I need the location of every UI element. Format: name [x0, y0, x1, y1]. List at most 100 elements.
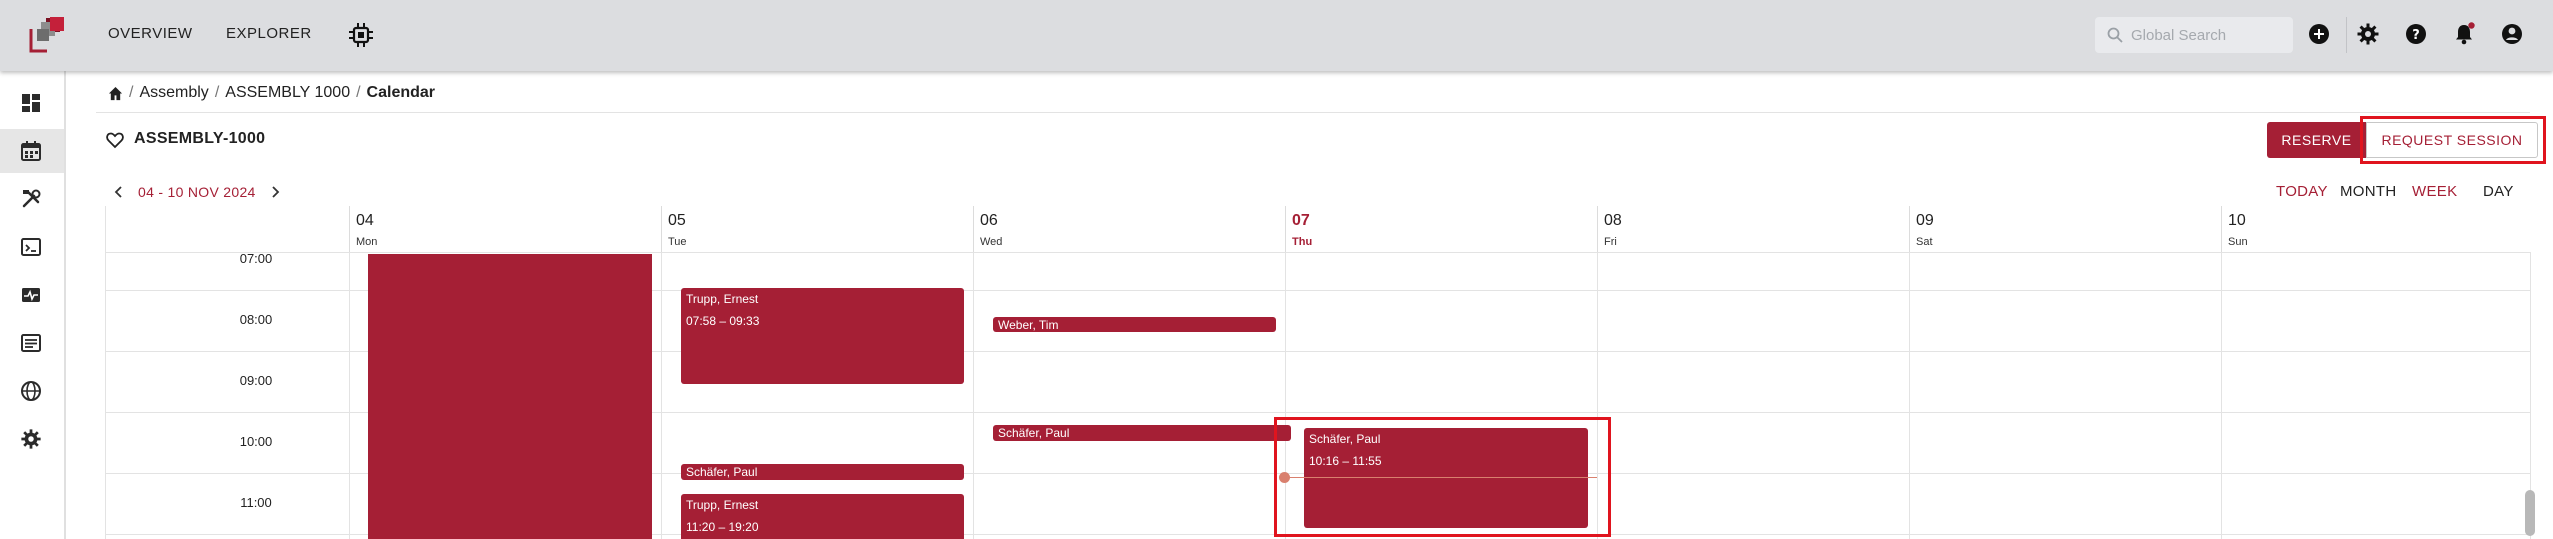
calendar-event[interactable]: Weber, Tim	[993, 317, 1276, 332]
gear-icon	[21, 429, 41, 449]
add-circle-icon[interactable]	[2307, 22, 2331, 46]
event-time: 11:20 – 19:20	[686, 520, 759, 534]
time-label: 10:00	[239, 434, 273, 449]
breadcrumb-separator: /	[129, 84, 134, 101]
help-icon[interactable]: ?	[2404, 22, 2428, 46]
reserve-button[interactable]: RESERVE	[2267, 122, 2366, 158]
calendar-event[interactable]: Schäfer, Paul	[993, 425, 1291, 441]
grid-line	[1909, 252, 1910, 539]
calendar-event[interactable]: Trupp, Ernest 11:20 – 19:20	[681, 494, 964, 539]
calendar-event[interactable]: Trupp, Ernest 07:58 – 09:33	[681, 288, 964, 384]
day-number: 05	[668, 212, 686, 229]
day-name: Fri	[1604, 236, 1617, 248]
sidebar	[0, 71, 66, 539]
nav-overview[interactable]: OVERVIEW	[108, 25, 193, 42]
dashboard-icon	[22, 94, 40, 112]
sidebar-item-list[interactable]	[0, 321, 64, 365]
breadcrumb-separator: /	[214, 84, 220, 101]
view-month-button[interactable]: MONTH	[2340, 183, 2397, 200]
chevron-left-icon[interactable]	[112, 185, 126, 199]
notification-dot	[2468, 22, 2475, 29]
event-name: Weber, Tim	[998, 318, 1059, 332]
list-icon	[21, 334, 41, 352]
event-name: Schäfer, Paul	[686, 465, 758, 479]
sidebar-item-tools[interactable]	[0, 177, 64, 221]
favorite-heart-icon[interactable]	[106, 131, 124, 149]
calendar-event-monday[interactable]	[368, 254, 652, 539]
calendar-icon	[21, 141, 41, 161]
globe-icon	[21, 381, 41, 401]
calendar-event[interactable]: Schäfer, Paul	[681, 464, 964, 480]
day-number: 09	[1916, 212, 1934, 229]
sidebar-item-settings[interactable]	[0, 417, 64, 461]
day-name: Wed	[980, 236, 1003, 248]
grid-line	[661, 252, 662, 539]
day-number: 10	[2228, 212, 2246, 229]
calendar-scrollbar[interactable]	[2525, 490, 2535, 536]
day-name: Sat	[1916, 236, 1933, 248]
breadcrumb-current: Calendar	[366, 84, 436, 101]
logo[interactable]	[28, 17, 70, 53]
calendar-event-selected[interactable]: Schäfer, Paul 10:16 – 11:55	[1304, 428, 1588, 528]
divider	[96, 112, 2530, 113]
current-time-line	[1285, 477, 1597, 478]
week-calendar: 04 Mon 05 Tue 06 Wed 07 Thu 08 Fri 09 Sat 10 Su…	[105, 206, 2531, 539]
event-name: Schäfer, Paul	[998, 426, 1070, 440]
monitor-icon	[22, 288, 40, 302]
event-name: Trupp, Ernest	[686, 498, 759, 512]
grid-line	[2221, 252, 2222, 539]
day-header-thu[interactable]: 07 Thu	[1285, 206, 1597, 252]
day-name: Tue	[668, 236, 687, 248]
day-name: Thu	[1292, 236, 1313, 248]
home-icon[interactable]	[108, 86, 123, 101]
date-range-label[interactable]: 04 - 10 NOV 2024	[138, 184, 256, 200]
event-time: 07:58 – 09:33	[686, 314, 760, 328]
search-input[interactable]	[2131, 23, 2281, 47]
day-header-fri[interactable]: 08 Fri	[1597, 206, 1909, 252]
chip-icon[interactable]	[348, 22, 374, 48]
terminal-icon	[21, 238, 41, 256]
view-day-button[interactable]: DAY	[2483, 183, 2514, 200]
grid-line	[973, 252, 974, 539]
day-number: 08	[1604, 212, 1622, 229]
day-header-mon[interactable]: 04 Mon	[349, 206, 661, 252]
nav-explorer[interactable]: EXPLORER	[226, 25, 312, 42]
day-header-sun[interactable]: 10 Sun	[2221, 206, 2531, 252]
time-label: 08:00	[239, 312, 273, 327]
breadcrumb-assembly-1000[interactable]: ASSEMBLY 1000	[225, 84, 350, 102]
sidebar-item-calendar[interactable]	[0, 129, 64, 173]
day-name: Mon	[356, 236, 378, 248]
day-header-sat[interactable]: 09 Sat	[1909, 206, 2221, 252]
sidebar-item-monitor[interactable]	[0, 273, 64, 317]
top-bar: OVERVIEW EXPLORER Global Search ?	[0, 0, 2553, 71]
today-button[interactable]: TODAY	[2276, 183, 2328, 200]
time-label: 11:00	[240, 495, 272, 510]
time-label: 07:00	[239, 251, 273, 266]
toolbar-divider	[2346, 17, 2347, 53]
event-time: 10:16 – 11:55	[1309, 454, 1382, 468]
tools-icon	[22, 189, 41, 208]
sidebar-item-terminal[interactable]	[0, 225, 64, 269]
grid-line	[349, 252, 350, 539]
chevron-right-icon[interactable]	[268, 185, 282, 199]
event-name: Schäfer, Paul	[1309, 432, 1381, 446]
day-header-tue[interactable]: 05 Tue	[661, 206, 973, 252]
bell-icon[interactable]	[2452, 22, 2476, 46]
view-week-button[interactable]: WEEK	[2412, 183, 2457, 200]
day-header-wed[interactable]: 06 Wed	[973, 206, 1285, 252]
global-search[interactable]	[2095, 17, 2293, 53]
breadcrumb: / Assembly / ASSEMBLY 1000 / Calendar	[108, 84, 435, 102]
gear-icon[interactable]	[2356, 22, 2380, 46]
request-session-button[interactable]: REQUEST SESSION	[2366, 122, 2538, 158]
search-icon	[2107, 27, 2123, 43]
time-label: 09:00	[239, 373, 273, 388]
grid-line	[1597, 252, 1598, 539]
breadcrumb-assembly[interactable]: Assembly	[139, 84, 208, 102]
sidebar-item-dashboard[interactable]	[0, 81, 64, 125]
account-icon[interactable]	[2500, 22, 2524, 46]
current-time-dot	[1279, 472, 1290, 483]
sidebar-item-globe[interactable]	[0, 369, 64, 413]
day-number: 06	[980, 212, 998, 229]
grid-line	[1285, 252, 1286, 539]
day-number: 07	[1292, 212, 1310, 229]
